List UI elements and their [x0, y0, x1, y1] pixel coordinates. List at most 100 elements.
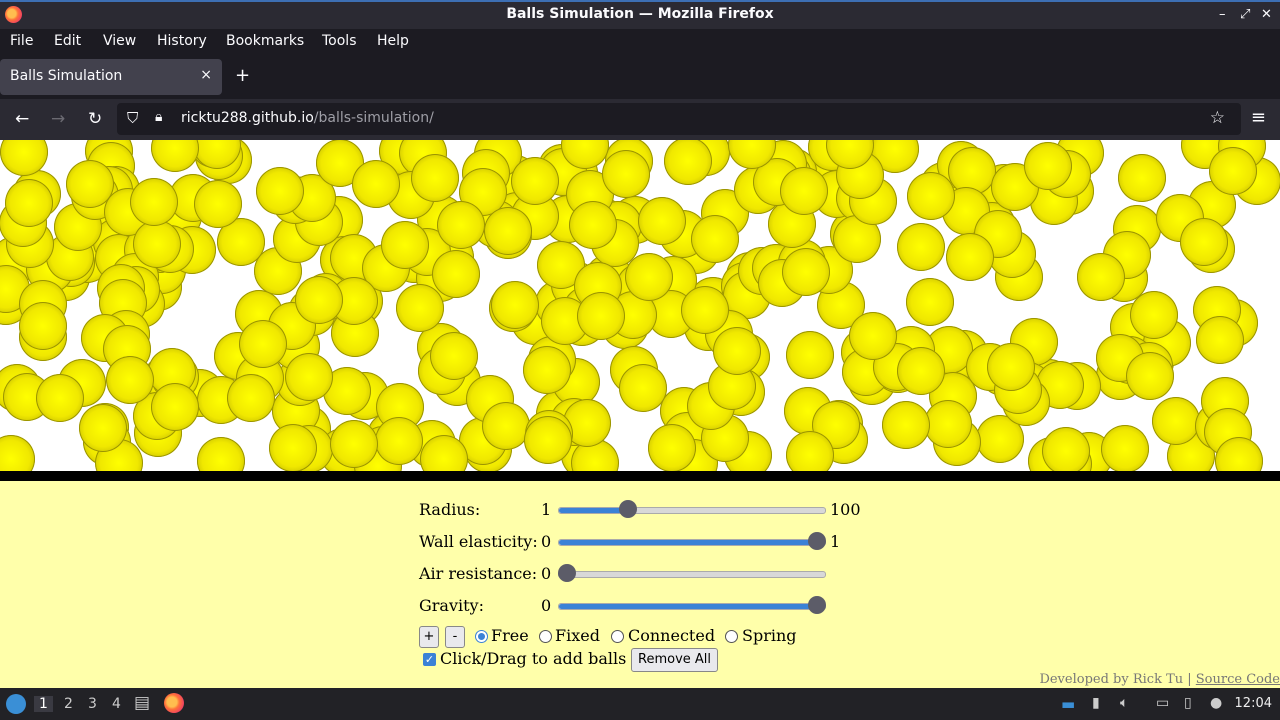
ball — [4, 178, 53, 227]
mode-free-label: Free — [491, 626, 529, 645]
workspace-3[interactable]: 3 — [88, 696, 97, 712]
ball — [602, 149, 651, 198]
mode-connected-radio[interactable] — [611, 630, 624, 643]
air-resistance-slider-thumb[interactable] — [557, 564, 576, 582]
air-resistance-slider[interactable] — [557, 564, 826, 582]
ball — [568, 200, 617, 249]
lock-icon[interactable]: 🔒︎ — [155, 109, 162, 125]
ball — [786, 431, 835, 471]
ball — [411, 153, 460, 202]
menu-bookmarks[interactable]: Bookmarks — [226, 33, 304, 49]
ball — [375, 417, 424, 466]
minimize-button[interactable]: – — [1219, 7, 1226, 22]
workspace-4[interactable]: 4 — [112, 696, 121, 712]
air-resistance-row: Air resistance: 0 — [419, 562, 879, 584]
mode-row: + - Free Fixed Connected Spring — [419, 626, 879, 648]
radius-slider[interactable] — [558, 500, 826, 518]
url-bar[interactable]: ⛉ 🔒︎ ricktu288.github.io/balls-simulatio… — [117, 103, 1241, 135]
remove-ball-button[interactable]: - — [445, 626, 465, 648]
start-menu-icon[interactable] — [6, 694, 26, 714]
simulation-canvas[interactable] — [0, 140, 1280, 471]
ball — [785, 330, 834, 379]
radius-slider-thumb[interactable] — [619, 500, 638, 518]
battery-icon[interactable]: ▮ — [1092, 695, 1100, 711]
reload-button[interactable]: ↻ — [88, 109, 102, 129]
close-window-button[interactable]: ✕ — [1261, 7, 1272, 22]
tab-balls-simulation[interactable]: Balls Simulation × — [0, 59, 222, 95]
click-drag-checkbox[interactable]: ✓ — [423, 653, 436, 666]
ball — [690, 215, 739, 264]
network-icon[interactable]: ▭ — [1156, 695, 1169, 711]
ball — [1042, 427, 1091, 471]
air-resistance-min: 0 — [541, 564, 552, 583]
clipboard-icon[interactable]: ▯ — [1184, 695, 1192, 711]
bookmark-star-icon[interactable]: ☆ — [1210, 108, 1225, 128]
add-ball-button[interactable]: + — [419, 626, 439, 648]
menu-history[interactable]: History — [157, 33, 207, 49]
wall-elasticity-min: 0 — [541, 532, 552, 551]
ball — [1101, 425, 1150, 471]
ball — [906, 278, 955, 327]
workspace-1[interactable]: 1 — [34, 696, 53, 712]
menu-view[interactable]: View — [103, 33, 136, 49]
wall-elasticity-slider[interactable] — [558, 532, 827, 550]
gravity-slider-thumb[interactable] — [808, 596, 827, 614]
ball — [1179, 217, 1228, 266]
wall-elasticity-slider-thumb[interactable] — [808, 532, 827, 550]
ball — [1118, 153, 1167, 202]
remove-all-button[interactable]: Remove All — [631, 648, 719, 672]
menu-edit[interactable]: Edit — [54, 33, 81, 49]
air-resistance-label: Air resistance: — [419, 564, 538, 583]
mode-fixed-radio[interactable] — [539, 630, 552, 643]
ball — [130, 177, 179, 226]
tab-close-icon[interactable]: × — [200, 67, 212, 83]
shield-icon[interactable]: ⛉ — [127, 109, 138, 127]
mode-connected-label: Connected — [628, 626, 716, 645]
radius-max: 100 — [830, 500, 861, 519]
window-list-icon[interactable]: ▬ — [1061, 695, 1075, 713]
notification-icon[interactable]: ● — [1210, 695, 1222, 711]
page-content: Radius: 1 100 Wall elasticity: 0 1 Air r… — [0, 140, 1280, 688]
radius-row: Radius: 1 100 — [419, 498, 879, 520]
mode-free-radio[interactable] — [475, 630, 488, 643]
ball — [19, 301, 68, 350]
menu-help[interactable]: Help — [377, 33, 409, 49]
url-text[interactable]: ricktu288.github.io/balls-simulation/ — [181, 110, 434, 126]
canvas-floor — [0, 471, 1280, 481]
ball — [1125, 352, 1174, 401]
ball — [431, 250, 480, 298]
ball — [105, 355, 154, 404]
gravity-min: 0 — [541, 596, 552, 615]
menu-tools[interactable]: Tools — [322, 33, 357, 49]
back-button[interactable]: ← — [15, 109, 29, 129]
forward-button[interactable]: → — [51, 109, 65, 129]
footer-text: Developed by Rick Tu | — [1039, 672, 1196, 687]
radius-slider-fill — [559, 508, 629, 513]
window-title: Balls Simulation — Mozilla Firefox — [506, 6, 774, 22]
ball — [781, 247, 830, 296]
ball — [0, 435, 35, 471]
ball — [848, 311, 897, 360]
menu-file[interactable]: File — [10, 33, 33, 49]
file-manager-icon[interactable]: ▤ — [134, 693, 150, 713]
app-menu-button[interactable]: ≡ — [1251, 107, 1266, 128]
ball — [193, 179, 242, 228]
ball — [523, 345, 572, 394]
ball — [1209, 146, 1258, 195]
workspace-2[interactable]: 2 — [64, 696, 73, 712]
new-tab-button[interactable]: + — [235, 65, 250, 86]
ball — [896, 223, 945, 272]
ball — [945, 233, 994, 281]
url-path: /balls-simulation/ — [313, 110, 434, 126]
gravity-label: Gravity: — [419, 596, 484, 615]
ball — [882, 400, 931, 449]
ball — [380, 221, 429, 270]
ball — [36, 373, 85, 422]
ball — [150, 382, 199, 431]
mode-spring-radio[interactable] — [725, 630, 738, 643]
gravity-slider[interactable] — [558, 596, 827, 614]
firefox-taskbar-icon[interactable] — [164, 693, 184, 713]
volume-icon[interactable]: 🔈︎ — [1120, 695, 1128, 711]
maximize-button[interactable]: ⤢ — [1240, 7, 1250, 22]
source-code-link[interactable]: Source Code — [1196, 672, 1280, 687]
